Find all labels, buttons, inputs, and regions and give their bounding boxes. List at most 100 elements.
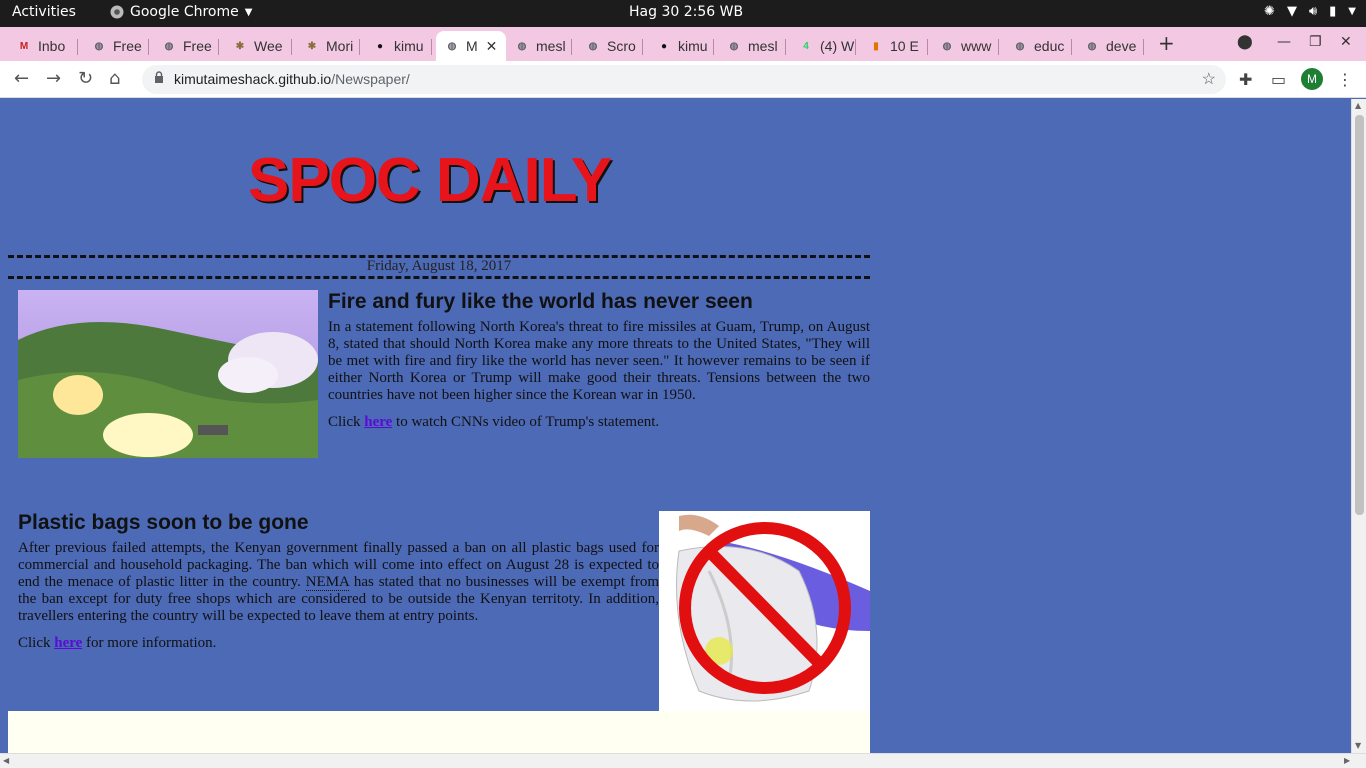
- click-suffix: to watch CNNs video of Trump's statement…: [396, 414, 660, 430]
- article-link-line: Click here to watch CNNs video of Trump'…: [328, 414, 870, 431]
- scroll-right-icon[interactable]: ▶: [1344, 756, 1350, 765]
- globe-icon: ◍: [1087, 40, 1097, 52]
- masthead: SPOC DAILY: [248, 146, 612, 215]
- click-prefix: Click: [328, 414, 361, 430]
- clock[interactable]: Hag 30 2:56 WB: [629, 4, 743, 20]
- globe-icon: ◍: [1015, 40, 1025, 52]
- next-section-panel: [8, 711, 870, 753]
- gmail-icon: M: [19, 40, 29, 52]
- tab-1[interactable]: M Inbo: [8, 31, 78, 61]
- globe-icon: ◍: [164, 40, 174, 52]
- globe-icon: ◍: [447, 40, 457, 52]
- tab-11[interactable]: ◍ mesl: [718, 31, 786, 61]
- click-prefix: Click: [18, 635, 51, 651]
- home-icon[interactable]: ⌂: [109, 68, 120, 89]
- tab-label: M: [466, 38, 478, 54]
- tab-5[interactable]: ✱ Mori: [296, 31, 360, 61]
- forward-icon[interactable]: →: [46, 68, 61, 89]
- tab-label: Free: [113, 38, 142, 54]
- tab-3[interactable]: ◍ Free: [153, 31, 219, 61]
- tab-label: Mori: [326, 38, 354, 54]
- chevron-down-icon: ▼: [244, 6, 253, 18]
- tab-separator: [1071, 39, 1072, 55]
- tab-separator: [571, 39, 572, 55]
- profile-avatar[interactable]: M: [1301, 68, 1323, 90]
- page-viewport: SPOC DAILY Friday, August 18, 2017 Fire …: [0, 99, 1351, 753]
- chevron-down-icon: ▼: [1348, 6, 1356, 17]
- article-body-fire-and-fury: In a statement following North Korea's t…: [328, 319, 870, 441]
- minimize-icon[interactable]: —: [1277, 34, 1291, 50]
- tab-7[interactable]: ◍ M ✕: [436, 31, 506, 61]
- system-top-bar: Activities Google Chrome ▼ Hag 30 2:56 W…: [0, 0, 1366, 27]
- horizontal-scrollbar[interactable]: ◀ ▶: [0, 753, 1366, 768]
- globe-icon: ◍: [94, 40, 104, 52]
- article-paragraph: After previous failed attempts, the Keny…: [18, 540, 659, 625]
- tab-8[interactable]: ◍ mesl: [506, 31, 572, 61]
- scrollbar-thumb[interactable]: [1355, 115, 1364, 515]
- github-icon: ●: [660, 40, 668, 52]
- tab-10[interactable]: ● kimu: [648, 31, 714, 61]
- tab-9[interactable]: ◍ Scro: [577, 31, 643, 61]
- tab-separator: [431, 39, 432, 55]
- extensions-icon[interactable]: ✚: [1239, 70, 1252, 89]
- tab-search-icon[interactable]: ⬤: [1237, 34, 1253, 50]
- tab-label: deve: [1106, 38, 1137, 54]
- tab-2[interactable]: ◍ Free: [83, 31, 149, 61]
- tab-4[interactable]: ✱ Wee: [224, 31, 292, 61]
- tab-label: Wee: [254, 38, 283, 54]
- nema-abbreviation[interactable]: NEMA: [305, 574, 350, 591]
- chrome-icon: [110, 5, 124, 19]
- tab-label: mesl: [748, 38, 778, 54]
- address-bar[interactable]: kimutaimeshack.github.io/Newspaper/ ☆: [142, 65, 1226, 94]
- more-info-link[interactable]: here: [54, 635, 82, 651]
- vertical-scrollbar[interactable]: ▲ ▼: [1351, 99, 1366, 753]
- url-path: /Newspaper/: [331, 71, 410, 87]
- close-window-icon[interactable]: ✕: [1340, 34, 1352, 50]
- globe-icon: ◍: [588, 40, 598, 52]
- tab-separator: [998, 39, 999, 55]
- tab-label: www: [961, 38, 992, 54]
- system-tray[interactable]: ✺ ▼ 🔊︎ ▮ ▼: [1264, 4, 1356, 19]
- tab-separator: [1143, 39, 1144, 55]
- globe-icon: ◍: [942, 40, 952, 52]
- article-paragraph: In a statement following North Korea's t…: [328, 319, 870, 403]
- whatsapp-icon: 4: [803, 40, 809, 52]
- tab-separator: [927, 39, 928, 55]
- palm-icon: ✱: [235, 40, 245, 52]
- tab-label: educ: [1034, 38, 1065, 54]
- tab-separator: [855, 39, 856, 55]
- tab-label: Scro: [607, 38, 636, 54]
- maximize-icon[interactable]: ❐: [1309, 34, 1322, 50]
- scroll-up-icon[interactable]: ▲: [1355, 101, 1361, 110]
- tab-13[interactable]: ▮ 10 E: [860, 31, 928, 61]
- globe-icon: ◍: [517, 40, 527, 52]
- article-title-fire-and-fury: Fire and fury like the world has never s…: [328, 290, 753, 313]
- close-tab-icon[interactable]: ✕: [486, 38, 498, 55]
- menu-icon[interactable]: ⋮: [1337, 70, 1353, 89]
- cast-icon[interactable]: ▭: [1271, 70, 1286, 89]
- reload-icon[interactable]: ↻: [78, 68, 93, 89]
- tab-label: (4) W: [820, 38, 855, 54]
- app-menu[interactable]: Google Chrome ▼: [110, 4, 252, 20]
- activities-button[interactable]: Activities: [12, 4, 76, 20]
- tab-16[interactable]: ◍ deve: [1076, 31, 1144, 61]
- tab-14[interactable]: ◍ www: [931, 31, 999, 61]
- app-name: Google Chrome: [130, 4, 239, 20]
- article-title-plastic-bags: Plastic bags soon to be gone: [18, 511, 309, 534]
- scroll-down-icon[interactable]: ▼: [1355, 741, 1361, 750]
- tab-label: kimu: [678, 38, 708, 54]
- tab-separator: [218, 39, 219, 55]
- tab-12[interactable]: 4 (4) W: [790, 31, 856, 61]
- tab-separator: [785, 39, 786, 55]
- url-host: kimutaimeshack.github.io: [174, 71, 332, 87]
- wifi-icon: ▼: [1286, 4, 1297, 19]
- cnn-video-link[interactable]: here: [364, 414, 392, 430]
- tab-15[interactable]: ◍ educ: [1004, 31, 1072, 61]
- new-tab-button[interactable]: +: [1158, 31, 1175, 55]
- scroll-left-icon[interactable]: ◀: [3, 756, 9, 765]
- tab-6[interactable]: ● kimu: [364, 31, 432, 61]
- palm-icon: ✱: [307, 40, 317, 52]
- bookmark-star-icon[interactable]: ☆: [1202, 69, 1216, 89]
- plastic-bags-ban-image: [659, 511, 870, 711]
- back-icon[interactable]: ←: [14, 68, 29, 89]
